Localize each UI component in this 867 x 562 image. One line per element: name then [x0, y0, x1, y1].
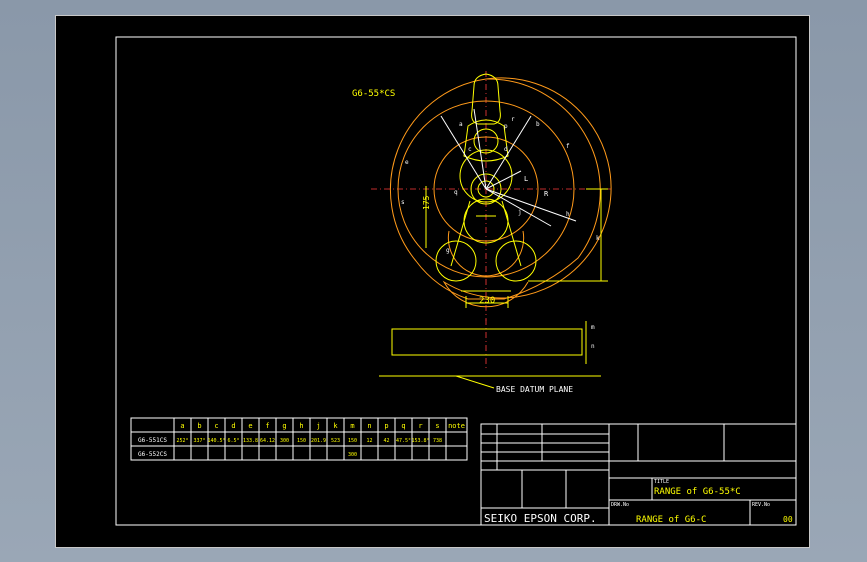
spec-row-name: G6-551CS: [138, 437, 167, 444]
arc-label-h: h: [566, 211, 570, 218]
dim-bottom-label: 230: [479, 296, 495, 306]
spec-cell: 6.5°: [227, 438, 239, 444]
model-label: G6-55*CS: [352, 89, 395, 99]
angle-line-left: [440, 115, 487, 190]
drawing-title: RANGE of G6-55*C: [654, 487, 741, 497]
side-view: BASE DATUM PLANE: [379, 319, 601, 394]
datum-leader: [455, 375, 495, 389]
radius-line-j: [485, 188, 552, 227]
arc-label-m: m: [591, 324, 595, 331]
drawing-sheet: G6-55*CS 230 175 a b c d e f g h j k m n…: [55, 15, 810, 548]
spec-header-p: p: [384, 422, 388, 430]
arc-label-p: p: [504, 123, 508, 130]
spec-table: a b c d e f g h j k m n p q r s note G6-551CS 252° 337° 140.…: [130, 417, 468, 461]
rev-label: REV.No: [752, 502, 770, 508]
spec-cell: 42: [383, 438, 389, 444]
spec-cell: 252°: [176, 438, 188, 444]
spec-cell: 523: [331, 438, 340, 444]
arc-label-b: b: [536, 121, 540, 128]
company-name: SEIKO EPSON CORP.: [484, 512, 597, 525]
spec-header-b: b: [197, 422, 201, 430]
arc-label-r: r: [511, 116, 515, 123]
spec-header-a: a: [180, 422, 184, 430]
top-view: G6-55*CS 230 175 a b c d e f g h j k m n…: [352, 71, 612, 350]
spec-header-note: note: [448, 422, 465, 430]
arc-label-f: f: [566, 143, 570, 150]
spec-cell: 150: [348, 438, 357, 444]
arc-label-n: n: [591, 343, 595, 350]
spec-header-m: m: [350, 422, 354, 430]
arc-label-s: s: [401, 199, 405, 206]
radius-line-h: [485, 188, 577, 222]
spec-cell: 140.5°: [207, 438, 225, 444]
arc-label-R: R: [544, 190, 549, 198]
spec-cell: 64.12: [260, 438, 275, 444]
spec-cell: 201.9: [311, 438, 326, 444]
arc-label-k: k: [596, 235, 600, 242]
spec-cell: 738: [433, 438, 442, 444]
spec-header-k: k: [333, 422, 338, 430]
spec-cell: 133.8: [243, 438, 258, 444]
title-label: TITLE: [654, 479, 669, 485]
spec-header-s: s: [435, 422, 439, 430]
spec-cell: 12: [366, 438, 372, 444]
arc-label-L: L: [524, 175, 528, 183]
arc-label-d: d: [504, 146, 508, 153]
drw-label: DRW.No: [611, 502, 629, 508]
spec-header-e: e: [248, 422, 252, 430]
cad-drawing-canvas: G6-55*CS 230 175 a b c d e f g h j k m n…: [115, 36, 797, 526]
drawing-number: RANGE of G6-C: [636, 515, 706, 525]
spec-header-h: h: [299, 422, 303, 430]
spec-header-n: n: [367, 422, 371, 430]
spec-cell: 47.5°: [396, 438, 411, 444]
spec-header-g: g: [282, 422, 286, 430]
dim-left-label: 175: [422, 195, 431, 210]
spec-header-r: r: [418, 422, 422, 430]
spec-cell: 300: [348, 452, 357, 458]
title-block: SEIKO EPSON CORP. TITLE RANGE of G6-55*C…: [480, 423, 797, 526]
spec-row-name: G6-552CS: [138, 451, 167, 458]
spec-header-j: j: [316, 422, 320, 430]
arc-label-g: g: [446, 247, 450, 254]
spec-header-q: q: [401, 422, 405, 430]
spec-header-f: f: [265, 422, 269, 430]
spec-header-d: d: [231, 422, 235, 430]
spec-cell: 300: [280, 438, 289, 444]
arc-label-q: q: [454, 189, 458, 196]
spec-cell: 150: [297, 438, 306, 444]
arc-label-e: e: [405, 159, 409, 166]
arc-label-a: a: [459, 121, 463, 128]
spec-cell: 337°: [193, 438, 205, 444]
revision-number: 00: [783, 515, 793, 524]
datum-label: BASE DATUM PLANE: [496, 385, 573, 394]
spec-header-c: c: [214, 422, 218, 430]
spec-cell: 153.8°: [411, 438, 429, 444]
base-plate: [391, 328, 583, 356]
arc-label-c: c: [468, 146, 472, 153]
arc-label-j: j: [518, 209, 522, 216]
